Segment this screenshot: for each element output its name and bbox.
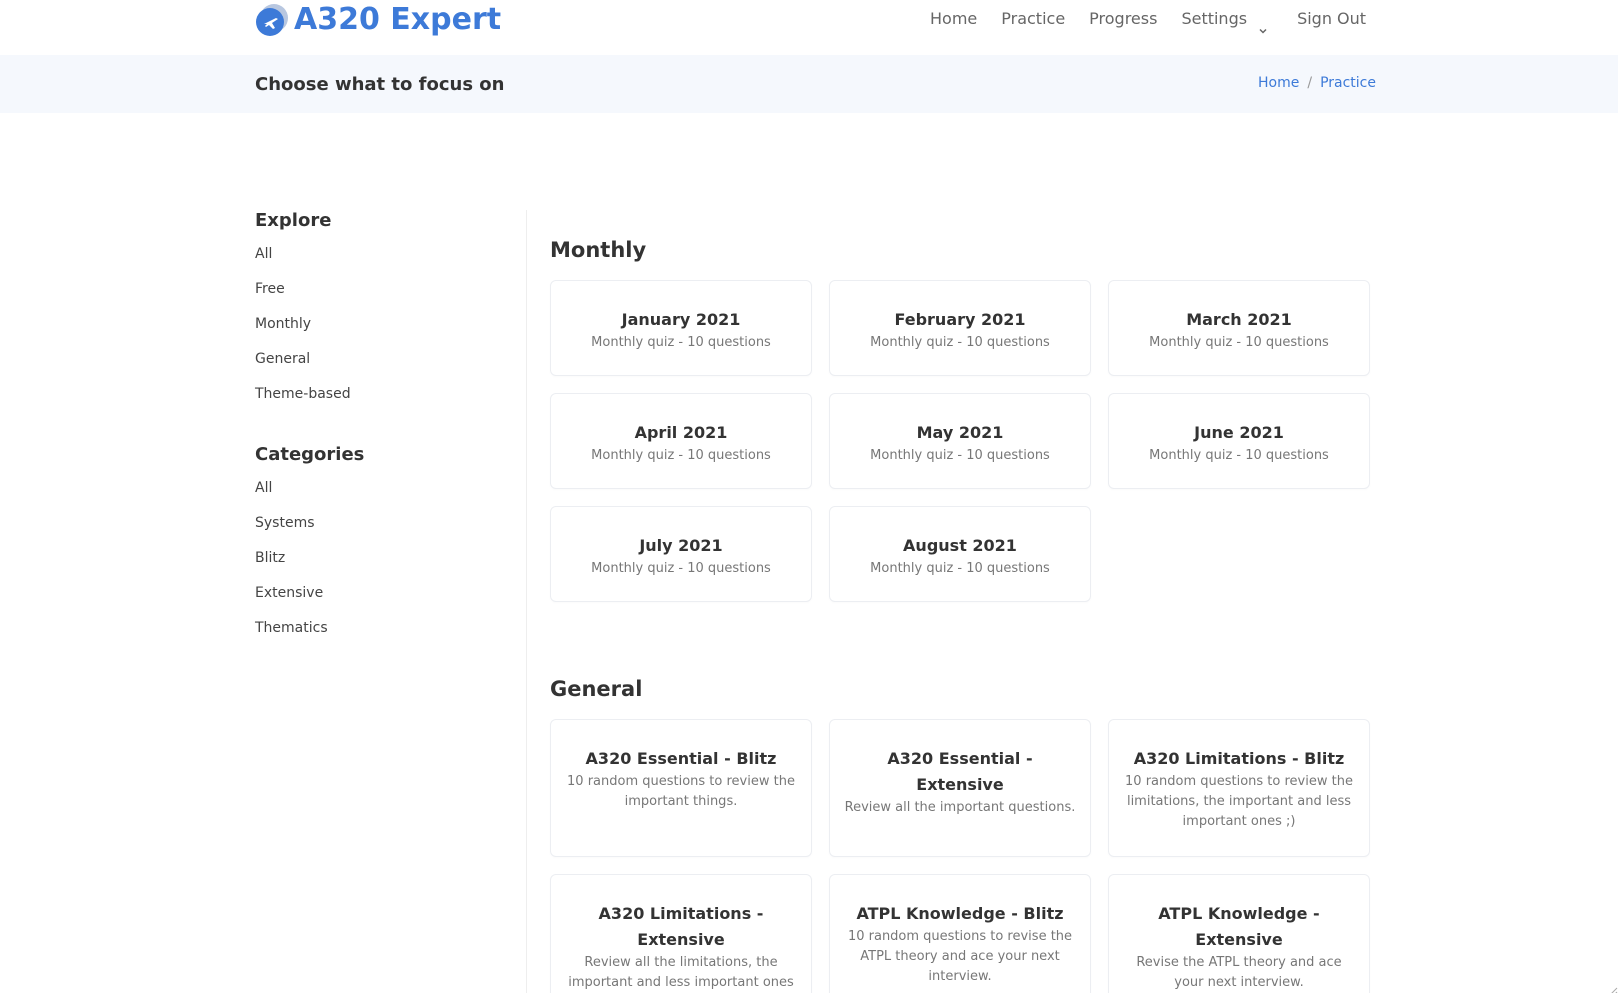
quiz-card-title: July 2021 (639, 536, 723, 555)
explore-item-general[interactable]: General (255, 350, 515, 385)
chevron-down-icon (1257, 13, 1269, 34)
quiz-card[interactable]: ATPL Knowledge - Blitz 10 random questio… (829, 874, 1091, 993)
quiz-card-subtitle: Review all the important questions. (844, 800, 1076, 815)
monthly-heading: Monthly (550, 238, 647, 262)
quiz-card[interactable]: May 2021 Monthly quiz - 10 questions (829, 393, 1091, 489)
sidebar-divider (526, 210, 527, 993)
quiz-card[interactable]: June 2021 Monthly quiz - 10 questions (1108, 393, 1370, 489)
general-grid: A320 Essential - Blitz 10 random questio… (550, 719, 1370, 993)
quiz-card[interactable]: A320 Limitations - Blitz 10 random quest… (1108, 719, 1370, 857)
explore-item-theme-based[interactable]: Theme-based (255, 385, 515, 420)
categories-group: Categories All Systems Blitz Extensive T… (255, 444, 515, 654)
page-title: Choose what to focus on (255, 74, 505, 95)
nav-home[interactable]: Home (930, 0, 977, 38)
explore-item-monthly[interactable]: Monthly (255, 315, 515, 350)
quiz-card-subtitle: Monthly quiz - 10 questions (591, 335, 771, 350)
quiz-card[interactable]: A320 Essential - Blitz 10 random questio… (550, 719, 812, 857)
breadcrumb-practice[interactable]: Practice (1320, 75, 1376, 91)
quiz-card-subtitle: Revise the ATPL theory and ace your next… (1136, 955, 1342, 990)
categories-heading: Categories (255, 444, 365, 465)
quiz-card-subtitle: Monthly quiz - 10 questions (591, 448, 771, 463)
quiz-card-title: June 2021 (1194, 423, 1284, 442)
category-item-blitz[interactable]: Blitz (255, 549, 515, 584)
category-item-thematics[interactable]: Thematics (255, 619, 515, 654)
quiz-listing: Monthly January 2021 Monthly quiz - 10 q… (550, 235, 1370, 993)
quiz-card-subtitle: Monthly quiz - 10 questions (870, 561, 1050, 576)
quiz-card-subtitle: Monthly quiz - 10 questions (870, 448, 1050, 463)
quiz-card[interactable]: July 2021 Monthly quiz - 10 questions (550, 506, 812, 602)
quiz-card-title: March 2021 (1186, 310, 1292, 329)
quiz-card[interactable]: A320 Limitations - Extensive Review all … (550, 874, 812, 993)
nav-settings-label: Settings (1181, 9, 1248, 28)
main-nav: Home Practice Progress Settings Sign Out (930, 0, 1390, 38)
quiz-card[interactable]: August 2021 Monthly quiz - 10 questions (829, 506, 1091, 602)
brand-name: A320 Expert (294, 2, 502, 37)
explore-heading: Explore (255, 210, 332, 231)
quiz-card-subtitle: 10 random questions to review the import… (567, 774, 795, 809)
quiz-card[interactable]: A320 Essential - Extensive Review all th… (829, 719, 1091, 857)
quiz-card-subtitle: 10 random questions to review the limita… (1125, 774, 1353, 829)
explore-item-all[interactable]: All (255, 245, 515, 280)
breadcrumb-home[interactable]: Home (1258, 75, 1299, 91)
quiz-card[interactable]: ATPL Knowledge - Extensive Revise the AT… (1108, 874, 1370, 993)
quiz-card-title: August 2021 (903, 536, 1017, 555)
filter-sidebar: Explore All Free Monthly General Theme-b… (255, 210, 515, 678)
quiz-card-title: A320 Essential - Extensive (887, 749, 1033, 794)
quiz-card-subtitle: Monthly quiz - 10 questions (1149, 335, 1329, 350)
monthly-grid: January 2021 Monthly quiz - 10 questions… (550, 280, 1370, 602)
nav-sign-out[interactable]: Sign Out (1297, 0, 1366, 38)
quiz-card[interactable]: April 2021 Monthly quiz - 10 questions (550, 393, 812, 489)
quiz-card[interactable]: January 2021 Monthly quiz - 10 questions (550, 280, 812, 376)
explore-item-free[interactable]: Free (255, 280, 515, 315)
quiz-card-title: A320 Limitations - Extensive (598, 904, 764, 949)
top-navbar: A320 Expert Home Practice Progress Setti… (0, 0, 1618, 55)
breadcrumb-separator: / (1307, 75, 1313, 91)
quiz-card-title: February 2021 (894, 310, 1026, 329)
quiz-card-title: May 2021 (916, 423, 1004, 442)
quiz-card-subtitle: 10 random questions to revise the ATPL t… (847, 929, 1073, 984)
nav-practice[interactable]: Practice (1001, 0, 1065, 38)
general-heading: General (550, 677, 643, 701)
brand-logo-link[interactable]: A320 Expert (255, 2, 501, 38)
quiz-card-title: A320 Essential - Blitz (585, 749, 777, 768)
nav-progress[interactable]: Progress (1089, 0, 1157, 38)
quiz-card[interactable]: February 2021 Monthly quiz - 10 question… (829, 280, 1091, 376)
quiz-card-title: ATPL Knowledge - Blitz (856, 904, 1064, 923)
quiz-card-title: ATPL Knowledge - Extensive (1158, 904, 1320, 949)
quiz-card-title: April 2021 (634, 423, 728, 442)
quiz-card-subtitle: Monthly quiz - 10 questions (591, 561, 771, 576)
quiz-card-subtitle: Review all the limitations, the importan… (568, 955, 794, 990)
category-item-all[interactable]: All (255, 479, 515, 514)
breadcrumb: Home / Practice (1258, 75, 1376, 91)
quiz-card-subtitle: Monthly quiz - 10 questions (870, 335, 1050, 350)
category-item-systems[interactable]: Systems (255, 514, 515, 549)
quiz-card[interactable]: March 2021 Monthly quiz - 10 questions (1108, 280, 1370, 376)
airplane-logo-icon (255, 3, 290, 38)
quiz-card-title: A320 Limitations - Blitz (1133, 749, 1345, 768)
explore-group: Explore All Free Monthly General Theme-b… (255, 210, 515, 420)
nav-settings-dropdown[interactable]: Settings (1181, 0, 1269, 38)
category-item-extensive[interactable]: Extensive (255, 584, 515, 619)
quiz-card-subtitle: Monthly quiz - 10 questions (1149, 448, 1329, 463)
resize-handle-icon[interactable] (1606, 981, 1618, 993)
quiz-card-title: January 2021 (621, 310, 741, 329)
page-title-bar: Choose what to focus on Home / Practice (0, 55, 1618, 113)
